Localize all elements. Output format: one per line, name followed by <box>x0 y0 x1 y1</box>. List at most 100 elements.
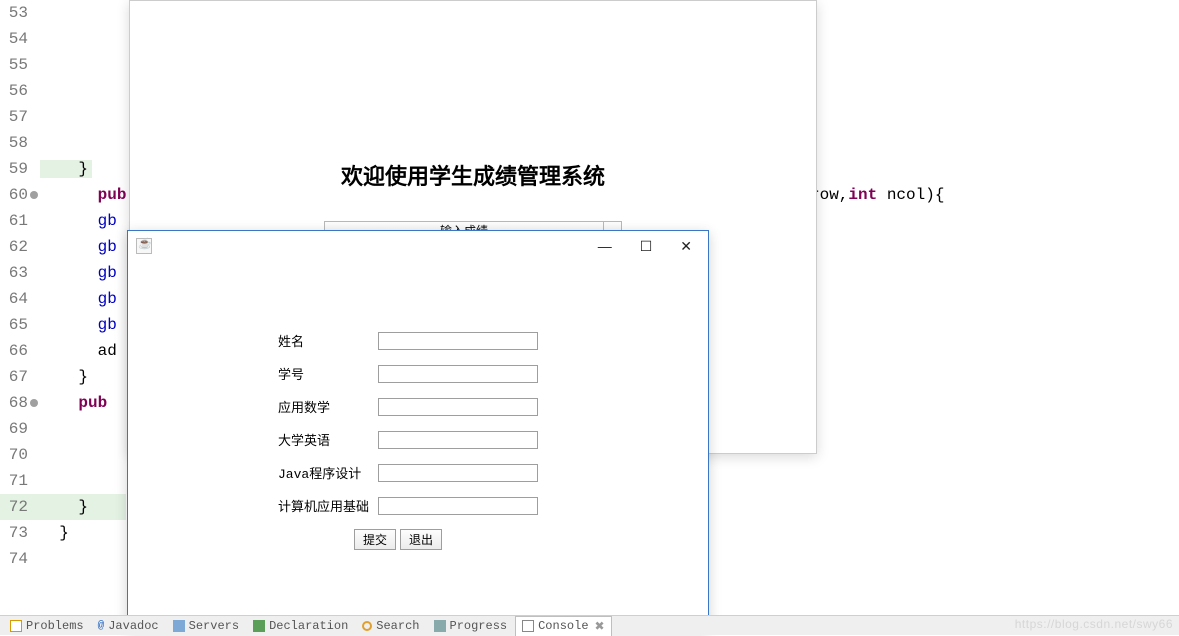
code-line[interactable]: 55 <box>0 52 126 78</box>
code-text: gb <box>40 290 117 308</box>
code-text: } <box>40 524 69 542</box>
line-number: 57 <box>0 104 28 130</box>
field-label: 计算机应用基础 <box>278 496 378 515</box>
breakpoint-marker[interactable] <box>30 191 38 199</box>
line-number: 54 <box>0 26 28 52</box>
line-number: 74 <box>0 546 28 572</box>
tab-label: Console <box>538 619 588 633</box>
line-number: 55 <box>0 52 28 78</box>
field-label: 大学英语 <box>278 430 378 449</box>
tab-declaration[interactable]: Declaration <box>247 616 354 636</box>
views-bar: Problems @ Javadoc Servers Declaration S… <box>0 615 1179 635</box>
code-line[interactable]: 72 } <box>0 494 126 520</box>
field-input-4[interactable] <box>378 464 538 482</box>
code-text: gb <box>40 212 117 230</box>
line-number: 58 <box>0 130 28 156</box>
code-line[interactable]: 54 <box>0 26 126 52</box>
java-icon <box>136 238 152 254</box>
tab-console[interactable]: Console ✖ <box>515 616 611 636</box>
code-line[interactable]: 65 gb <box>0 312 126 338</box>
submit-button[interactable]: 提交 <box>354 529 396 550</box>
tab-search[interactable]: Search <box>356 616 425 636</box>
code-line[interactable]: 74 <box>0 546 126 572</box>
form-buttons: 提交退出 <box>278 529 668 550</box>
line-number: 64 <box>0 286 28 312</box>
code-text: gb <box>40 238 117 256</box>
warning-icon <box>10 620 22 632</box>
field-label: 姓名 <box>278 331 378 350</box>
code-text: } <box>40 498 88 516</box>
watermark: https://blog.csdn.net/swy66 <box>1015 617 1173 631</box>
line-number: 70 <box>0 442 28 468</box>
field-label: Java程序设计 <box>278 463 378 482</box>
dialog-body: 姓名学号应用数学大学英语 Java程序设计计算机应用基础提交退出 <box>128 261 708 550</box>
tab-label: Servers <box>189 619 239 633</box>
tab-javadoc[interactable]: @ Javadoc <box>92 616 165 636</box>
close-button[interactable]: ✕ <box>680 238 692 255</box>
code-line[interactable]: 61 gb <box>0 208 126 234</box>
tab-close-icon[interactable]: ✖ <box>595 619 605 634</box>
code-line[interactable]: 71 <box>0 468 126 494</box>
line-number: 59 <box>0 156 28 182</box>
exit-button[interactable]: 退出 <box>400 529 442 550</box>
breakpoint-marker[interactable] <box>30 399 38 407</box>
form-row: Java程序设计 <box>278 463 668 482</box>
code-line[interactable]: 64 gb <box>0 286 126 312</box>
line-number: 69 <box>0 416 28 442</box>
code-text: } <box>40 368 88 386</box>
form-row: 大学英语 <box>278 430 668 449</box>
tab-servers[interactable]: Servers <box>167 616 245 636</box>
line-number: 67 <box>0 364 28 390</box>
tab-label: Problems <box>26 619 84 633</box>
code-tail: row,int ncol){ <box>810 182 944 208</box>
dialog-titlebar[interactable]: — ☐ ✕ <box>128 231 708 261</box>
form-row: 应用数学 <box>278 397 668 416</box>
form-row: 姓名 <box>278 331 668 350</box>
code-line[interactable]: 60 pubrow,int ncol){ <box>0 182 126 208</box>
javadoc-icon: @ <box>98 620 105 632</box>
maximize-button[interactable]: ☐ <box>640 238 653 255</box>
code-line[interactable]: 62 gb <box>0 234 126 260</box>
code-line[interactable]: 73 } <box>0 520 126 546</box>
field-input-0[interactable] <box>378 332 538 350</box>
code-line[interactable]: 70 <box>0 442 126 468</box>
line-number: 71 <box>0 468 28 494</box>
field-input-3[interactable] <box>378 431 538 449</box>
field-label: 学号 <box>278 364 378 383</box>
line-number: 66 <box>0 338 28 364</box>
code-text: gb <box>40 264 117 282</box>
code-line[interactable]: 63 gb <box>0 260 126 286</box>
servers-icon <box>173 620 185 632</box>
form-row: 计算机应用基础 <box>278 496 668 515</box>
line-number: 72 <box>0 494 28 520</box>
line-number: 68 <box>0 390 28 416</box>
code-text: pub <box>40 186 126 204</box>
field-input-5[interactable] <box>378 497 538 515</box>
minimize-button[interactable]: — <box>598 238 612 255</box>
line-number: 73 <box>0 520 28 546</box>
code-text: pub <box>40 394 107 412</box>
code-line[interactable]: 53 <box>0 0 126 26</box>
code-lines[interactable]: 53545556575859 }60 pubrow,int ncol){61 g… <box>0 0 126 572</box>
code-line[interactable]: 68 pub <box>0 390 126 416</box>
tab-problems[interactable]: Problems <box>4 616 90 636</box>
tab-label: Declaration <box>269 619 348 633</box>
progress-icon <box>434 620 446 632</box>
line-number: 61 <box>0 208 28 234</box>
field-input-1[interactable] <box>378 365 538 383</box>
input-dialog: — ☐ ✕ 姓名学号应用数学大学英语 Java程序设计计算机应用基础提交退出 <box>127 230 709 630</box>
tab-progress[interactable]: Progress <box>428 616 514 636</box>
line-number: 60 <box>0 182 28 208</box>
console-icon <box>522 620 534 632</box>
code-text: gb <box>40 316 117 334</box>
code-line[interactable]: 57 <box>0 104 126 130</box>
field-input-2[interactable] <box>378 398 538 416</box>
code-line[interactable]: 56 <box>0 78 126 104</box>
code-line[interactable]: 66 ad <box>0 338 126 364</box>
code-line[interactable]: 58 <box>0 130 126 156</box>
line-number: 63 <box>0 260 28 286</box>
tab-label: Search <box>376 619 419 633</box>
code-line[interactable]: 59 } <box>0 156 126 182</box>
code-line[interactable]: 69 <box>0 416 126 442</box>
code-line[interactable]: 67 } <box>0 364 126 390</box>
